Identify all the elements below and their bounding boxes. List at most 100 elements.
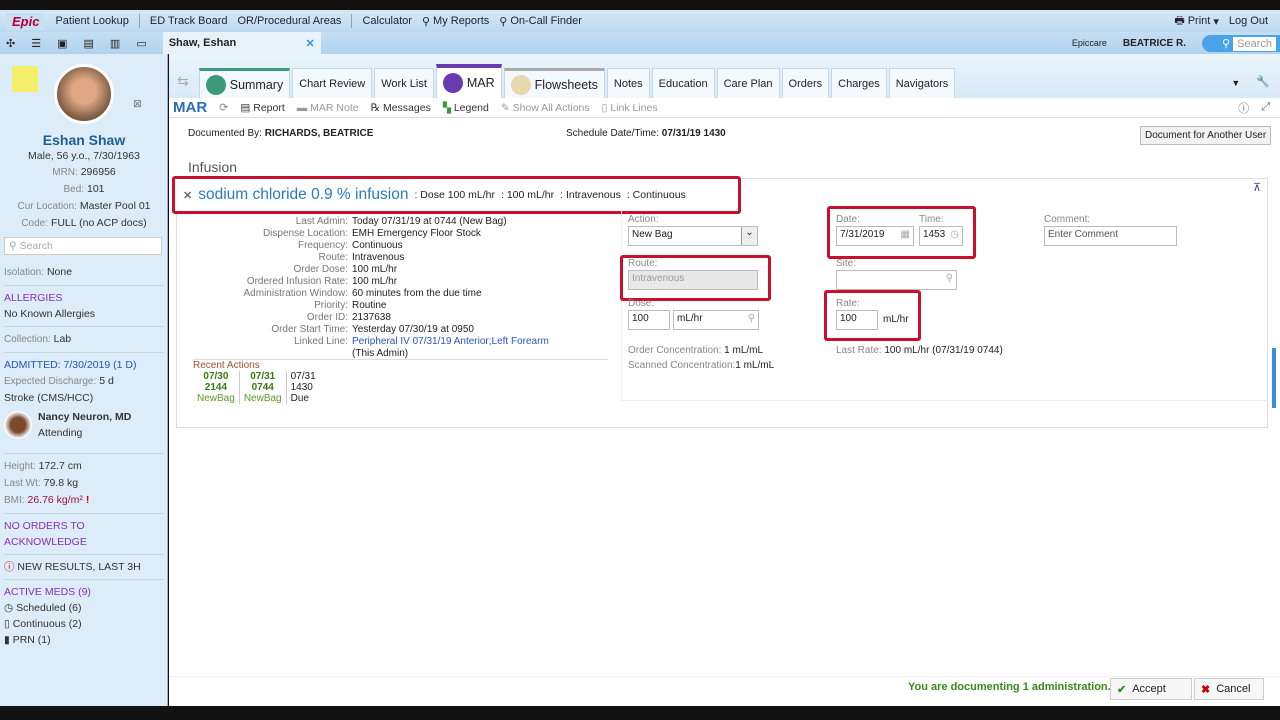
ed-track-board-button[interactable]: ED Track Board <box>150 15 228 27</box>
calculator-button[interactable]: Calculator <box>362 15 412 27</box>
more-tabs-dropdown[interactable]: ▼ <box>1231 78 1240 88</box>
label: Charges <box>838 77 880 90</box>
epic-menu-button[interactable]: Epic <box>6 12 46 30</box>
med-name[interactable]: sodium chloride 0.9 % infusion <box>198 186 408 204</box>
edit-icon[interactable]: ⊠ <box>133 98 142 110</box>
pin-icon[interactable]: ⊼ <box>1253 181 1261 194</box>
label: Chart Review <box>299 77 366 90</box>
help-icon[interactable]: ⓘ <box>1238 100 1249 116</box>
patient-name[interactable]: Eshan Shaw <box>0 132 168 148</box>
tab-flowsheets[interactable]: Flowsheets <box>503 68 605 98</box>
legend-button[interactable]: ▚ Legend <box>443 102 489 114</box>
document-for-another-user-button[interactable]: Document for Another User <box>1140 126 1272 145</box>
time-input[interactable]: 1453 ◷ <box>919 226 963 246</box>
tab-mar[interactable]: MAR <box>435 64 502 98</box>
my-reports-button[interactable]: ⚲ My Reports <box>422 15 489 28</box>
label: Code: <box>21 218 49 229</box>
label: Calculator <box>362 15 412 27</box>
wrench-icon[interactable]: 🔧 <box>1256 75 1270 88</box>
recent-action[interactable]: 07/31 1430 Due <box>287 371 320 404</box>
tab-charges[interactable]: Charges <box>831 68 887 98</box>
chat-icon[interactable]: ▭ <box>136 37 146 50</box>
value: 100 <box>840 313 857 324</box>
meds-scheduled[interactable]: ◷ Scheduled (6) <box>4 600 164 616</box>
dose-unit-input[interactable]: mL/hr ⚲ <box>673 310 759 330</box>
cancel-button[interactable]: ✖ Cancel <box>1194 678 1264 700</box>
linked-line-link[interactable]: Peripheral IV 07/31/19 Anterior;Left For… <box>352 336 549 347</box>
list-icon[interactable]: ☰ <box>31 37 41 50</box>
active-meds-section[interactable]: ACTIVE MEDS (9) ◷ Scheduled (6) ▯ Contin… <box>4 579 164 652</box>
tab-care-plan[interactable]: Care Plan <box>716 68 780 98</box>
report-icon[interactable]: ▤ <box>84 37 94 50</box>
toolbar-icon[interactable]: ✣ <box>6 37 15 50</box>
action-select[interactable]: New Bag ⌄ <box>628 226 758 246</box>
refresh-icon[interactable]: ⟳ <box>219 101 228 114</box>
tab-notes[interactable]: Notes <box>606 68 650 98</box>
logout-button[interactable]: Log Out <box>1229 15 1268 27</box>
tab-summary[interactable]: Summary <box>198 68 291 98</box>
clock-icon: ◷ <box>4 602 14 614</box>
date-input[interactable]: 7/31/2019 ▦ <box>836 226 914 246</box>
detail-row: Dispense Location: EMH Emergency Floor St… <box>172 228 612 240</box>
accept-button[interactable]: ✔ Accept <box>1110 678 1192 700</box>
med-frequency: : Continuous <box>626 189 686 201</box>
comment-input[interactable]: Enter Comment <box>1044 226 1177 246</box>
label: Education <box>658 77 708 90</box>
value: Yesterday 07/30/19 at 0950 <box>352 324 474 335</box>
or-areas-button[interactable]: OR/Procedural Areas <box>238 15 342 27</box>
on-call-finder-button[interactable]: ⚲ On-Call Finder <box>499 15 582 28</box>
tab-chart-review[interactable]: Chart Review <box>292 68 373 98</box>
meds-continuous[interactable]: ▯ Continuous (2) <box>4 616 164 632</box>
show-all-actions-button[interactable]: ✎ Show All Actions <box>501 102 590 114</box>
value: mL/hr <box>677 313 703 324</box>
folder-icon[interactable]: ▣ <box>57 37 67 50</box>
search-icon[interactable]: ⚲ <box>748 313 755 324</box>
patient-tab[interactable]: Shaw, Eshan ✕ <box>162 32 321 54</box>
recent-action[interactable]: 07/31 0744 NewBag <box>240 371 287 404</box>
new-results[interactable]: ⓘ NEW RESULTS, LAST 3H <box>4 554 164 579</box>
tab-work-list[interactable]: Work List <box>374 68 434 98</box>
link-lines-button[interactable]: ▯ Link Lines <box>602 102 658 114</box>
back-forward-icon[interactable]: ⇆ <box>177 73 189 90</box>
label: Legend <box>453 101 489 114</box>
tab-education[interactable]: Education <box>651 68 715 98</box>
attending-name[interactable]: Nancy Neuron, MD <box>38 409 131 425</box>
patient-lookup-button[interactable]: Patient Lookup <box>55 15 128 27</box>
recent-action[interactable]: 07/30 2144 NewBag <box>193 371 240 404</box>
clock-icon[interactable]: ◷ <box>950 229 959 240</box>
patient-list-icon[interactable]: ▥ <box>110 37 120 50</box>
value: Intravenous <box>352 252 405 263</box>
detail-row: Order Dose: 100 mL/hr <box>172 264 612 276</box>
close-icon[interactable]: ✕ <box>183 189 192 202</box>
mar-note-button[interactable]: ▬ MAR Note <box>297 102 359 114</box>
search-box[interactable]: ⚲ Search <box>1202 34 1280 52</box>
sidebar-search-input[interactable]: ⚲ Search <box>4 237 162 255</box>
allergies-section[interactable]: ALLERGIES No Known Allergies <box>4 285 164 326</box>
label: Accept <box>1132 683 1166 695</box>
calendar-icon[interactable]: ▦ <box>901 229 910 240</box>
label: Linked Line: <box>294 336 348 347</box>
messages-button[interactable]: ℞ Messages <box>371 102 431 114</box>
meds-prn[interactable]: ▮ PRN (1) <box>4 632 164 648</box>
date: 07/31 <box>250 371 276 382</box>
search-icon[interactable]: ⚲ <box>946 273 953 284</box>
orders-to-acknowledge[interactable]: NO ORDERS TO ACKNOWLEDGE <box>4 513 164 554</box>
tab-orders[interactable]: Orders <box>781 68 830 98</box>
scrollbar[interactable] <box>1272 348 1276 408</box>
close-icon[interactable]: ✕ <box>306 37 315 50</box>
sticky-note-icon[interactable] <box>12 66 38 92</box>
dose-input[interactable]: 100 <box>628 310 670 330</box>
print-button[interactable]: 🖶 Print ▾ <box>1174 12 1219 31</box>
search-input[interactable]: Search <box>1233 36 1276 51</box>
prn-icon: ▮ <box>4 634 10 646</box>
rate-input[interactable]: 100 <box>836 310 878 330</box>
tab-navigators[interactable]: Navigators <box>888 68 956 98</box>
report-button[interactable]: ▤ Report <box>240 102 284 114</box>
avatar[interactable] <box>54 64 114 124</box>
admission-section[interactable]: ADMITTED: 7/30/2019 (1 D) Expected Disch… <box>4 352 164 445</box>
patient-tab-label: Shaw, Eshan <box>168 37 237 49</box>
site-input[interactable]: ⚲ <box>836 270 957 290</box>
patient-sidebar: ⊠ Eshan Shaw Male, 56 y.o., 7/30/1963 MR… <box>0 54 168 706</box>
expand-icon[interactable]: ⤢ <box>1261 101 1270 114</box>
label: Ordered Infusion Rate: <box>246 276 348 287</box>
